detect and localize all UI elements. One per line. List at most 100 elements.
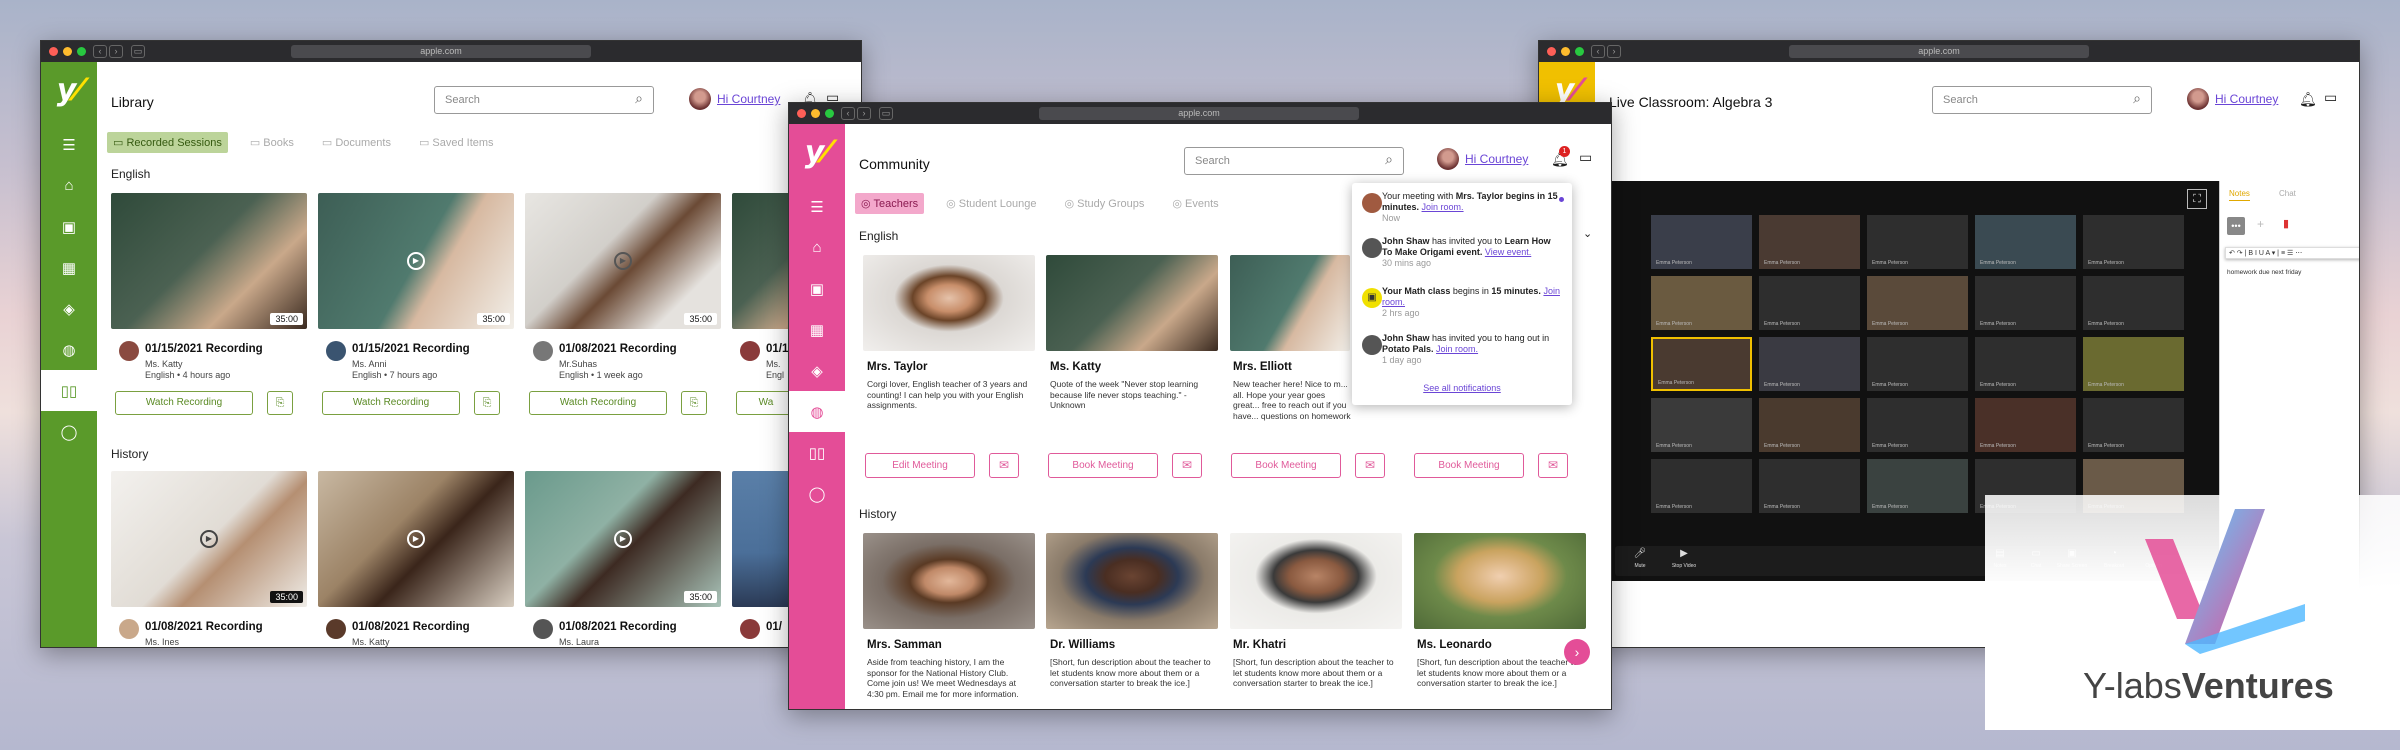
watch-recording-button[interactable]: Watch Recording <box>529 391 667 415</box>
chat-icon[interactable]: ▭ <box>1579 149 1592 166</box>
calendar-icon[interactable]: ▦ <box>789 309 845 350</box>
tab-books[interactable]: ▭ Books <box>244 132 300 153</box>
tab-events[interactable]: ◎ Events <box>1166 193 1224 214</box>
participant-tile[interactable]: Emma Peterson <box>1759 215 1860 269</box>
tab-teachers[interactable]: ◎ Teachers <box>855 193 925 214</box>
participant-tile[interactable]: Emma Peterson <box>2083 276 2184 330</box>
layers-icon[interactable]: ◈ <box>789 350 845 391</box>
forward-icon[interactable]: › <box>109 45 123 58</box>
bookmark-button[interactable]: ⎘ <box>267 391 293 415</box>
mail-button[interactable]: ✉ <box>1538 453 1568 478</box>
search-input[interactable]: Search ⌕ <box>1932 86 2152 114</box>
avatar[interactable] <box>1437 148 1459 170</box>
participant-tile[interactable]: Emma Peterson <box>1867 398 1968 452</box>
forward-icon[interactable]: › <box>857 107 871 120</box>
participant-tile[interactable]: Emma Peterson <box>1867 459 1968 513</box>
participant-tile[interactable]: Emma Peterson <box>1651 215 1752 269</box>
teacher-photo[interactable] <box>1230 255 1350 351</box>
trash-icon[interactable]: ▮ <box>2283 217 2289 230</box>
play-icon[interactable]: ▶ <box>407 530 425 548</box>
window-controls[interactable] <box>797 109 834 118</box>
fullscreen-icon[interactable]: ⛶ <box>2187 189 2207 209</box>
forward-icon[interactable]: › <box>1607 45 1621 58</box>
teacher-photo[interactable] <box>1414 533 1586 629</box>
address-bar[interactable]: apple.com <box>1789 45 2089 58</box>
participant-tile[interactable]: Emma Peterson <box>1867 215 1968 269</box>
avatar[interactable] <box>689 88 711 110</box>
sidebar-toggle-icon[interactable]: ▭ <box>131 45 145 58</box>
participant-tile[interactable]: Emma Peterson <box>1867 276 1968 330</box>
sidebar-toggle-icon[interactable]: ▭ <box>879 107 893 120</box>
participant-tile[interactable]: Emma Peterson <box>1975 337 2076 391</box>
tab-chat[interactable]: Chat <box>2279 189 2296 198</box>
recording-thumbnail[interactable]: ▶ 35:00 <box>111 471 307 607</box>
globe-icon[interactable]: ◍ <box>41 329 97 370</box>
recording-thumbnail[interactable]: ▶ <box>318 471 514 607</box>
search-input[interactable]: Search ⌕ <box>1184 147 1404 175</box>
tab-documents[interactable]: ▭ Documents <box>316 132 397 153</box>
participant-tile[interactable]: Emma Peterson <box>1975 398 2076 452</box>
book-icon[interactable]: ▯▯ <box>789 432 845 473</box>
recording-thumbnail[interactable]: 35:00 <box>111 193 307 329</box>
briefcase-icon[interactable]: ▣ <box>789 268 845 309</box>
participant-tile[interactable]: Emma Peterson <box>1651 459 1752 513</box>
teacher-photo[interactable] <box>1046 255 1218 351</box>
participant-tile[interactable]: Emma Peterson <box>1759 459 1860 513</box>
control-mute-button[interactable]: 🎤︎ Mute <box>1623 548 1657 572</box>
participant-tile[interactable]: Emma Peterson <box>1759 276 1860 330</box>
tab-student-lounge[interactable]: ◎ Student Lounge <box>940 193 1042 214</box>
teacher-photo[interactable] <box>1230 533 1402 629</box>
tab-notes[interactable]: Notes <box>2229 189 2250 201</box>
notification-item[interactable]: Your meeting with Mrs. Taylor begins in … <box>1382 191 1562 224</box>
tab-study-groups[interactable]: ◎ Study Groups <box>1058 193 1150 214</box>
participant-tile[interactable]: Emma Peterson <box>1651 398 1752 452</box>
address-bar[interactable]: apple.com <box>1039 107 1359 120</box>
participant-tile[interactable]: Emma Peterson <box>2083 337 2184 391</box>
mail-button[interactable]: ✉ <box>989 453 1019 478</box>
window-controls[interactable] <box>49 47 86 56</box>
participant-tile[interactable]: Emma Peterson <box>1759 398 1860 452</box>
mail-button[interactable]: ✉ <box>1355 453 1385 478</box>
calendar-icon[interactable]: ▦ <box>41 247 97 288</box>
home-icon[interactable]: ⌂ <box>789 227 845 268</box>
back-icon[interactable]: ‹ <box>93 45 107 58</box>
watch-recording-button[interactable]: Wa <box>736 391 796 415</box>
participant-tile[interactable]: Emma Peterson <box>1975 215 2076 269</box>
next-arrow-button[interactable]: › <box>1564 639 1590 665</box>
participant-tile[interactable]: Emma Peterson <box>1651 276 1752 330</box>
notification-item[interactable]: John Shaw has invited you to Learn How T… <box>1382 236 1562 269</box>
add-icon[interactable]: + <box>2257 217 2264 231</box>
user-icon[interactable]: ◯ <box>41 411 97 452</box>
layers-icon[interactable]: ◈ <box>41 288 97 329</box>
chevron-down-icon[interactable]: ⌄ <box>1583 227 1592 240</box>
book-meeting-button[interactable]: Book Meeting <box>1048 453 1158 478</box>
user-icon[interactable]: ◯ <box>789 473 845 514</box>
teacher-photo[interactable] <box>863 533 1035 629</box>
user-greeting[interactable]: Hi Courtney <box>717 92 780 106</box>
chat-icon[interactable]: ▭ <box>2324 89 2337 106</box>
participant-tile[interactable]: Emma Peterson <box>1975 276 2076 330</box>
see-all-notifications-link[interactable]: See all notifications <box>1352 383 1572 393</box>
participant-tile[interactable]: Emma Peterson <box>1867 337 1968 391</box>
participant-tile[interactable]: Emma Peterson <box>2083 398 2184 452</box>
home-icon[interactable]: ⌂ <box>41 165 97 206</box>
participant-tile[interactable]: Emma Peterson <box>1651 337 1752 391</box>
address-bar[interactable]: apple.com <box>291 45 591 58</box>
play-icon[interactable]: ▶ <box>200 530 218 548</box>
avatar[interactable] <box>2187 88 2209 110</box>
tab-saved-items[interactable]: ▭ Saved Items <box>413 132 500 153</box>
search-input[interactable]: Search ⌕ <box>434 86 654 114</box>
recording-thumbnail[interactable]: ▶ 35:00 <box>525 471 721 607</box>
mail-button[interactable]: ✉ <box>1172 453 1202 478</box>
menu-icon[interactable]: ☰ <box>789 186 845 227</box>
edit-meeting-button[interactable]: Edit Meeting <box>865 453 975 478</box>
notes-text[interactable]: homework due next friday <box>2227 269 2301 276</box>
tab-recorded-sessions[interactable]: ▭ Recorded Sessions <box>107 132 228 153</box>
participant-tile[interactable]: Emma Peterson <box>1759 337 1860 391</box>
notification-item[interactable]: John Shaw has invited you to hang out in… <box>1382 333 1562 366</box>
book-meeting-button[interactable]: Book Meeting <box>1414 453 1524 478</box>
window-controls[interactable] <box>1547 47 1584 56</box>
menu-icon[interactable]: ☰ <box>41 124 97 165</box>
bookmark-button[interactable]: ⎘ <box>681 391 707 415</box>
watch-recording-button[interactable]: Watch Recording <box>115 391 253 415</box>
